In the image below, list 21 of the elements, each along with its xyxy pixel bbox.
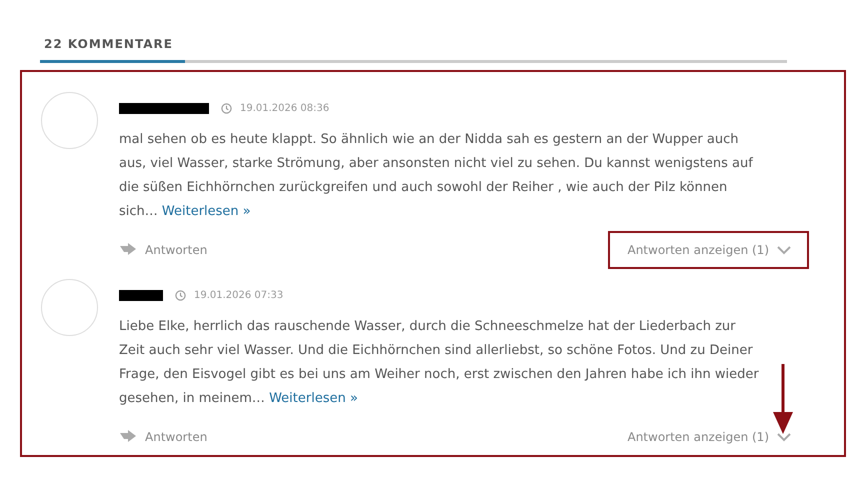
chevron-down-icon: [777, 432, 791, 442]
reply-arrow-icon: [119, 243, 137, 257]
reply-arrow-icon: [119, 430, 137, 444]
read-more-link[interactable]: Weiterlesen »: [269, 391, 358, 406]
show-replies-button[interactable]: Antworten anzeigen (1): [608, 231, 809, 269]
comment-date: 19.01.2026 08:36: [240, 102, 330, 114]
avatar: [41, 92, 98, 149]
reply-button[interactable]: Antworten: [119, 430, 208, 444]
clock-icon: [221, 102, 232, 114]
comment-date: 19.01.2026 07:33: [194, 290, 284, 300]
comment-text: mal sehen ob es heute klappt. So ähnlich wie an der Nidda sah es gestern an der Wupper auch aus, viel Wasser, starke Strömung, aber ansonsten nicht viel zu sehen. Du kannst wenigstens auf die süßen Eichhörnchen zurückgreifen und auch sowohl der Reiher , wie auch der Pilz können sich… Weiterlesen »: [119, 131, 754, 221]
comment-text: Liebe Elke, herrlich das rauschende Wasser, durch die Schneeschmelze hat der Liederbach zur Zeit auch sehr viel Wasser. Und die Eichhörnchen sind allerliebst, so schöne Fotos. Und zu Deiner Frage, den Eisvogel gibt es bei uns am Weiher noch, erst zwischen den Jahren habe ich ihn wieder gesehen, in meinem… Weiterlesen »: [119, 318, 760, 408]
redaction-bar: [119, 290, 163, 300]
annotation-arrow: [773, 364, 793, 434]
show-replies-button[interactable]: Antworten anzeigen (1): [608, 418, 809, 456]
read-more-link[interactable]: Weiterlesen »: [162, 204, 251, 219]
avatar: [41, 279, 98, 336]
clock-icon: [175, 290, 186, 300]
comments-heading: 22 KOMMENTARE: [40, 37, 185, 63]
chevron-down-icon: [777, 246, 791, 254]
reply-button[interactable]: Antworten: [119, 243, 208, 257]
